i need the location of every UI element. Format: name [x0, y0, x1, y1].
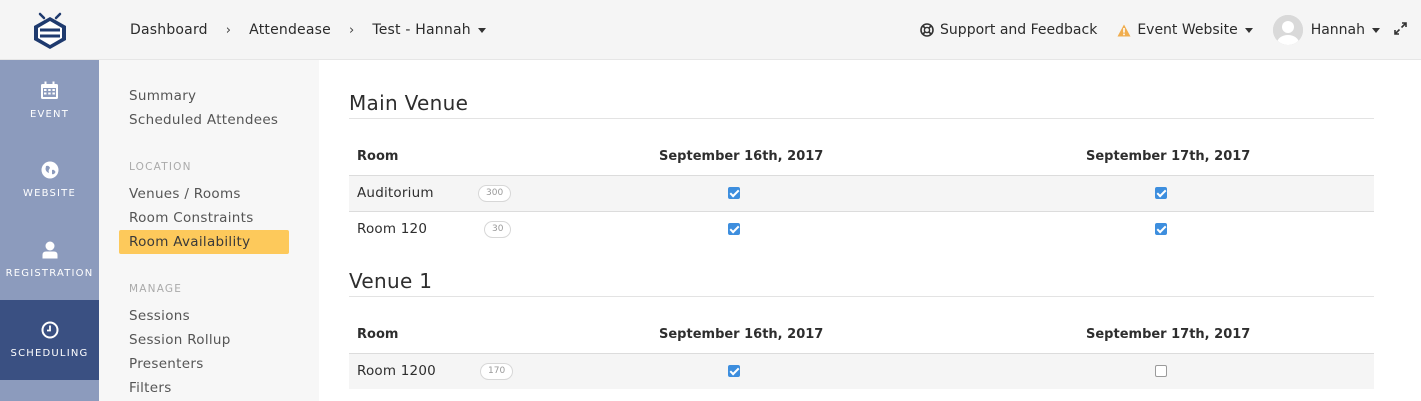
- column-header-day2: September 17th, 2017: [1086, 327, 1251, 342]
- subnav-room-constraints[interactable]: Room Constraints: [129, 210, 254, 226]
- table-row: Room 120 30: [349, 211, 1374, 247]
- room-name: Auditorium: [357, 185, 434, 201]
- user-name: Hannah: [1310, 22, 1365, 38]
- room-name: Room 1200: [357, 363, 436, 379]
- subnav-room-availability[interactable]: Room Availability: [129, 234, 250, 250]
- user-icon: [42, 241, 57, 259]
- subnav-heading-manage: MANAGE: [129, 283, 183, 295]
- sub-nav: Summary Scheduled Attendees LOCATION Ven…: [99, 60, 319, 401]
- subnav-sessions[interactable]: Sessions: [129, 308, 190, 324]
- availability-checkbox[interactable]: [728, 187, 740, 199]
- chevron-right-icon: ›: [348, 22, 355, 38]
- caret-down-icon: [1244, 27, 1253, 33]
- subnav-session-rollup[interactable]: Session Rollup: [129, 332, 231, 348]
- caret-down-icon: [1372, 27, 1380, 33]
- caret-down-icon: [477, 27, 486, 33]
- nav-label-scheduling: SCHEDULING: [10, 348, 89, 359]
- nav-label-event: EVENT: [29, 108, 70, 120]
- subnav-presenters[interactable]: Presenters: [129, 356, 204, 372]
- breadcrumb: Dashboard › Attendease › Test - Hannah: [130, 0, 486, 60]
- availability-checkbox[interactable]: [1155, 223, 1167, 235]
- subnav-scheduled-attendees[interactable]: Scheduled Attendees: [129, 112, 278, 128]
- support-feedback-link[interactable]: Support and Feedback: [920, 22, 1097, 38]
- top-bar: Dashboard › Attendease › Test - Hannah S…: [0, 0, 1421, 60]
- clock-icon: [41, 321, 58, 339]
- room-name: Room 120: [357, 221, 428, 237]
- event-selector[interactable]: Test - Hannah: [372, 22, 486, 38]
- breadcrumb-dashboard[interactable]: Dashboard: [130, 22, 208, 38]
- warning-icon: [1117, 24, 1131, 36]
- subnav-heading-location: LOCATION: [129, 161, 192, 173]
- availability-checkbox[interactable]: [1155, 365, 1167, 377]
- column-header-room: Room: [357, 327, 399, 342]
- column-header-room: Room: [357, 149, 399, 164]
- nav-label-registration: REGISTRATION: [5, 268, 94, 279]
- breadcrumb-attendease[interactable]: Attendease: [249, 22, 331, 38]
- column-header-day1: September 16th, 2017: [659, 149, 824, 164]
- top-right-menu: Support and Feedback Event Website Hanna…: [920, 0, 1421, 60]
- availability-checkbox[interactable]: [728, 365, 740, 377]
- nav-item-scheduling[interactable]: SCHEDULING: [0, 300, 99, 380]
- capacity-badge: 300: [478, 185, 512, 202]
- capacity-badge: 170: [480, 363, 514, 380]
- event-website-dropdown[interactable]: Event Website: [1117, 22, 1253, 38]
- venue-title: Venue 1: [349, 269, 433, 293]
- subnav-filters[interactable]: Filters: [129, 380, 172, 396]
- column-header-day1: September 16th, 2017: [659, 327, 824, 342]
- attendease-logo[interactable]: [0, 0, 99, 60]
- divider: [349, 296, 1374, 297]
- lifebuoy-icon: [920, 23, 934, 37]
- divider: [349, 118, 1374, 119]
- support-feedback-label: Support and Feedback: [940, 22, 1098, 38]
- table-row: Room 1200 170: [349, 353, 1374, 389]
- capacity-badge: 30: [484, 221, 512, 238]
- availability-checkbox[interactable]: [1155, 187, 1167, 199]
- availability-checkbox[interactable]: [728, 223, 740, 235]
- main-content: Main Venue Room September 16th, 2017 Sep…: [319, 60, 1421, 401]
- calendar-icon: [41, 81, 58, 99]
- column-header-day2: September 17th, 2017: [1086, 149, 1251, 164]
- fullscreen-icon[interactable]: [1394, 21, 1407, 39]
- subnav-summary[interactable]: Summary: [129, 88, 196, 104]
- nav-item-website[interactable]: WEBSITE: [0, 140, 99, 220]
- event-selector-label: Test - Hannah: [372, 22, 471, 38]
- main-nav: EVENT WEBSITE REGISTRATION SCHEDULING: [0, 60, 99, 401]
- chevron-right-icon: ›: [225, 22, 232, 38]
- nav-item-event[interactable]: EVENT: [0, 60, 99, 140]
- event-website-label: Event Website: [1137, 22, 1238, 38]
- table-row: Auditorium 300: [349, 175, 1374, 211]
- nav-item-registration[interactable]: REGISTRATION: [0, 220, 99, 300]
- user-menu[interactable]: Hannah: [1272, 15, 1380, 45]
- globe-icon: [41, 161, 58, 179]
- venue-title: Main Venue: [349, 91, 469, 115]
- subnav-venues-rooms[interactable]: Venues / Rooms: [129, 186, 241, 202]
- avatar: [1272, 15, 1303, 45]
- nav-label-website: WEBSITE: [22, 188, 76, 199]
